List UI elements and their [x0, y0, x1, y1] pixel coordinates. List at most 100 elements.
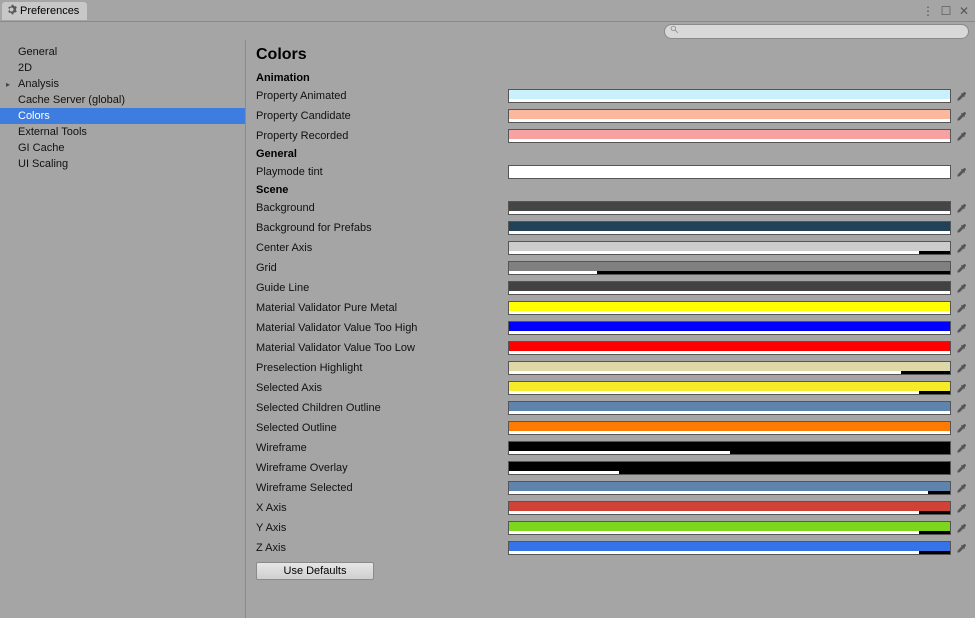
eyedropper-icon[interactable]: [953, 440, 969, 456]
eyedropper-icon[interactable]: [953, 480, 969, 496]
color-swatch[interactable]: [508, 261, 951, 275]
color-swatch[interactable]: [508, 521, 951, 535]
color-swatch-wrap: [508, 480, 969, 496]
color-swatch[interactable]: [508, 461, 951, 475]
color-swatch[interactable]: [508, 129, 951, 143]
alpha-fill: [509, 551, 919, 554]
sidebar-item-label: Cache Server (global): [18, 94, 125, 106]
sidebar-item-analysis[interactable]: ▸Analysis: [0, 76, 245, 92]
eyedropper-icon[interactable]: [953, 300, 969, 316]
color-swatch[interactable]: [508, 341, 951, 355]
color-swatch[interactable]: [508, 321, 951, 335]
sidebar-item-label: Colors: [18, 110, 50, 122]
color-label: Material Validator Value Too High: [256, 322, 508, 334]
color-swatch[interactable]: [508, 301, 951, 315]
kebab-icon[interactable]: ⋮: [921, 4, 935, 18]
eyedropper-icon[interactable]: [953, 108, 969, 124]
eyedropper-icon[interactable]: [953, 380, 969, 396]
eyedropper-icon[interactable]: [953, 320, 969, 336]
color-row: Selected Axis: [256, 378, 969, 398]
expand-arrow-icon[interactable]: ▸: [6, 80, 10, 89]
eyedropper-icon[interactable]: [953, 280, 969, 296]
color-swatch[interactable]: [508, 541, 951, 555]
eyedropper-icon[interactable]: [953, 220, 969, 236]
alpha-fill: [509, 391, 919, 394]
color-fill: [509, 262, 950, 271]
color-row: Playmode tint: [256, 162, 969, 182]
eyedropper-icon[interactable]: [953, 200, 969, 216]
color-fill: [509, 522, 950, 531]
sidebar-item-label: External Tools: [18, 126, 87, 138]
sidebar-item-external-tools[interactable]: External Tools: [0, 124, 245, 140]
eyedropper-icon[interactable]: [953, 520, 969, 536]
color-swatch[interactable]: [508, 165, 951, 179]
sidebar-item-cache-server-global-[interactable]: Cache Server (global): [0, 92, 245, 108]
color-fill: [509, 482, 950, 491]
color-swatch[interactable]: [508, 481, 951, 495]
color-label: Playmode tint: [256, 166, 508, 178]
eyedropper-icon[interactable]: [953, 400, 969, 416]
color-swatch[interactable]: [508, 421, 951, 435]
eyedropper-icon[interactable]: [953, 128, 969, 144]
color-fill: [509, 222, 950, 231]
color-row: Background for Prefabs: [256, 218, 969, 238]
color-swatch[interactable]: [508, 201, 951, 215]
eyedropper-icon[interactable]: [953, 340, 969, 356]
color-fill: [509, 462, 950, 471]
color-fill: [509, 422, 950, 431]
color-swatch-wrap: [508, 440, 969, 456]
color-swatch-wrap: [508, 320, 969, 336]
sidebar-item-gi-cache[interactable]: GI Cache: [0, 140, 245, 156]
color-swatch-wrap: [508, 540, 969, 556]
eyedropper-icon[interactable]: [953, 240, 969, 256]
eyedropper-icon[interactable]: [953, 420, 969, 436]
color-label: Material Validator Pure Metal: [256, 302, 508, 314]
color-swatch[interactable]: [508, 241, 951, 255]
eyedropper-icon[interactable]: [953, 500, 969, 516]
color-swatch[interactable]: [508, 381, 951, 395]
color-swatch-wrap: [508, 460, 969, 476]
eyedropper-icon[interactable]: [953, 88, 969, 104]
color-swatch[interactable]: [508, 361, 951, 375]
sidebar-item-2d[interactable]: 2D: [0, 60, 245, 76]
sidebar-item-colors[interactable]: Colors: [0, 108, 245, 124]
eyedropper-icon[interactable]: [953, 260, 969, 276]
window-tab[interactable]: Preferences: [2, 2, 87, 20]
color-row: Property Recorded: [256, 126, 969, 146]
color-swatch[interactable]: [508, 401, 951, 415]
eyedropper-icon[interactable]: [953, 164, 969, 180]
use-defaults-button[interactable]: Use Defaults: [256, 562, 374, 580]
alpha-fill: [509, 99, 950, 102]
eyedropper-icon[interactable]: [953, 360, 969, 376]
color-swatch[interactable]: [508, 281, 951, 295]
color-swatch-wrap: [508, 260, 969, 276]
maximize-icon[interactable]: ☐: [939, 4, 953, 18]
section-header: General: [256, 148, 969, 160]
color-swatch-wrap: [508, 280, 969, 296]
color-swatch[interactable]: [508, 109, 951, 123]
sidebar-item-general[interactable]: General: [0, 44, 245, 60]
eyedropper-icon[interactable]: [953, 460, 969, 476]
color-fill: [509, 166, 950, 175]
color-swatch[interactable]: [508, 221, 951, 235]
sidebar-item-ui-scaling[interactable]: UI Scaling: [0, 156, 245, 172]
eyedropper-icon[interactable]: [953, 540, 969, 556]
color-row: Property Candidate: [256, 106, 969, 126]
color-fill: [509, 542, 950, 551]
color-label: Wireframe: [256, 442, 508, 454]
color-row: Center Axis: [256, 238, 969, 258]
color-swatch[interactable]: [508, 501, 951, 515]
color-swatch-wrap: [508, 240, 969, 256]
close-icon[interactable]: ✕: [957, 4, 971, 18]
color-row: Y Axis: [256, 518, 969, 538]
alpha-fill: [509, 411, 950, 414]
search-field[interactable]: [664, 24, 969, 39]
alpha-fill: [509, 531, 919, 534]
color-fill: [509, 242, 950, 251]
search-input[interactable]: [683, 26, 963, 37]
color-swatch[interactable]: [508, 89, 951, 103]
color-swatch-wrap: [508, 420, 969, 436]
alpha-fill: [509, 211, 950, 214]
color-swatch[interactable]: [508, 441, 951, 455]
alpha-fill: [509, 431, 950, 434]
